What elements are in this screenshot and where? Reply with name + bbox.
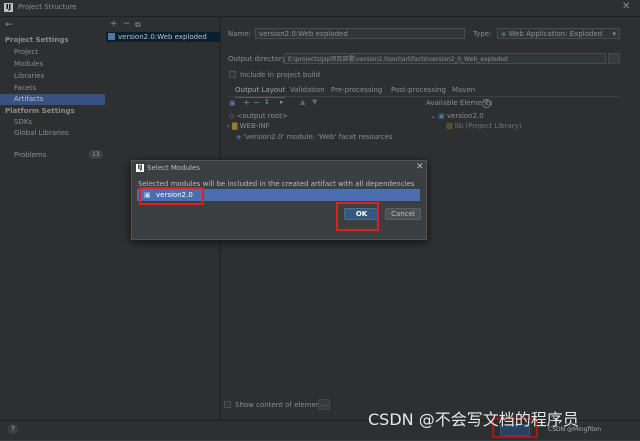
csdn-watermark-small: CSDN @Mingfiton [548,426,602,433]
select-modules-dialog: IJ Select Modules ✕ Selected modules wil… [131,160,427,240]
close-icon[interactable]: ✕ [416,162,424,172]
cancel-button[interactable]: Cancel [385,208,421,220]
dialog-title: Select Modules [147,164,200,172]
intellij-logo-icon: IJ [136,164,144,172]
module-highlight-box [139,187,204,205]
ok-highlight-box [336,202,379,231]
